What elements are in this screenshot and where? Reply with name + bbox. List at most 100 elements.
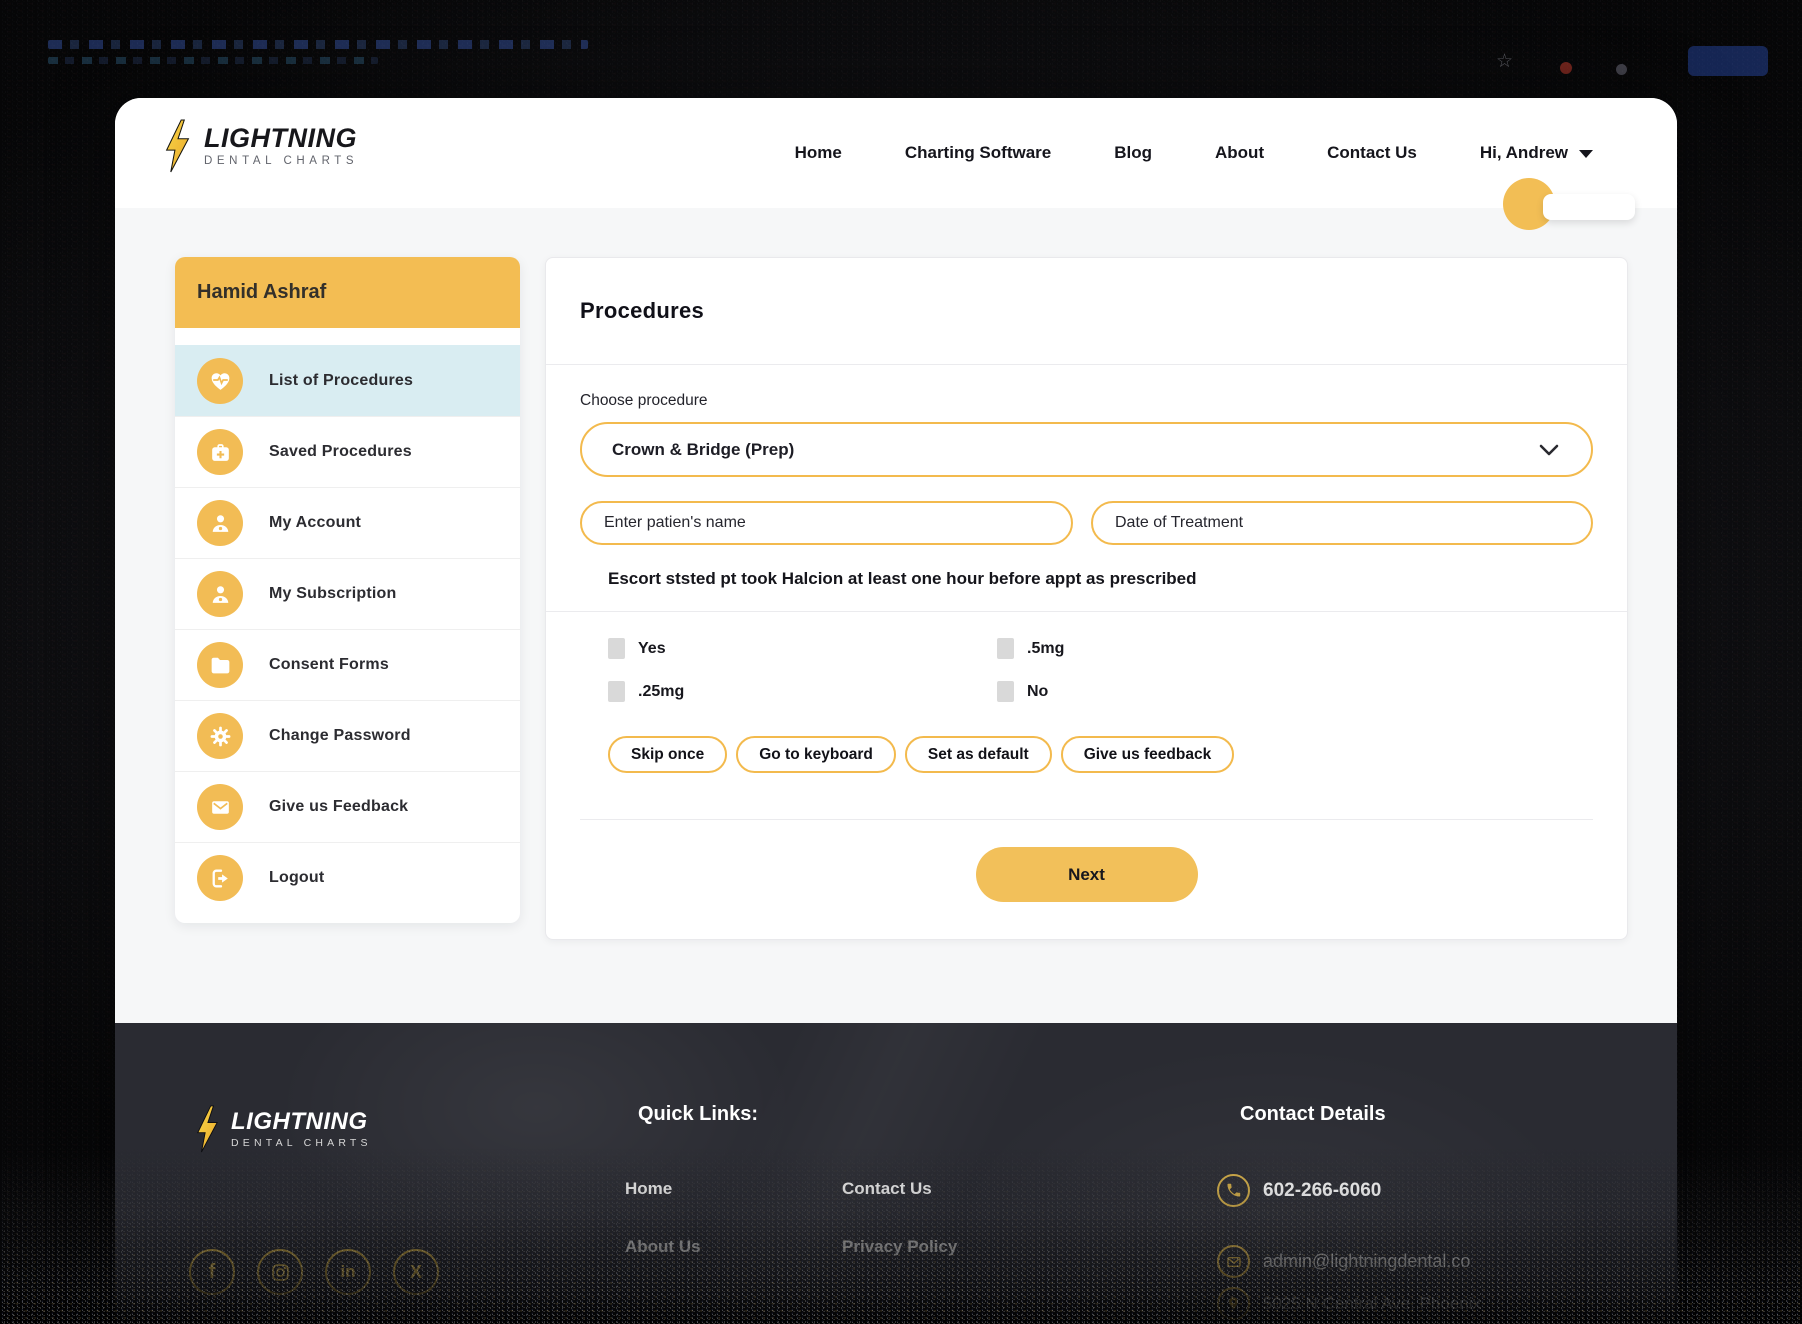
brand-logo[interactable]: LIGHTNING DENTAL CHARTS	[160, 119, 358, 173]
give-us-feedback-button[interactable]: Give us feedback	[1061, 736, 1235, 773]
procedure-select-value: Crown & Bridge (Prep)	[612, 440, 794, 460]
user-menu-label: Hi, Andrew	[1480, 143, 1568, 163]
footer-link-privacy-policy[interactable]: Privacy Policy	[842, 1237, 957, 1257]
social-links: f in X	[189, 1249, 439, 1295]
option-no: No	[997, 681, 1593, 702]
extension-dot-icon	[1560, 62, 1572, 74]
street-address: 5025 N Central Ave, Phoenix	[1263, 1294, 1481, 1314]
doctor-icon	[197, 500, 243, 546]
sidebar-item-my-account[interactable]: My Account	[175, 487, 520, 558]
heart-pulse-icon	[197, 358, 243, 404]
sidebar-item-label: Saved Procedures	[269, 443, 412, 461]
site-footer: LIGHTNING DENTAL CHARTS Quick Links: Hom…	[115, 1023, 1677, 1324]
patient-name-input[interactable]	[580, 501, 1073, 545]
page-card: LIGHTNING DENTAL CHARTS Home Charting So…	[115, 98, 1677, 1324]
sidebar-user-name: Hamid Ashraf	[175, 257, 520, 328]
footer-link-about-us[interactable]: About Us	[625, 1237, 842, 1257]
next-area: Next	[580, 820, 1593, 902]
sidebar-item-consent-forms[interactable]: Consent Forms	[175, 629, 520, 700]
address-row: 5025 N Central Ave, Phoenix	[1217, 1287, 1481, 1320]
patient-date-row	[580, 501, 1593, 545]
phone-link[interactable]: 602-266-6060	[1217, 1174, 1381, 1207]
sidebar-item-label: My Subscription	[269, 585, 396, 603]
panel-body: Choose procedure Crown & Bridge (Prep) E…	[546, 392, 1627, 902]
footer-link-home[interactable]: Home	[625, 1179, 842, 1199]
main-nav: Home Charting Software Blog About Contac…	[795, 98, 1593, 208]
option-label: No	[1027, 683, 1048, 701]
panel-title-row: Procedures	[546, 258, 1627, 365]
quick-links-title: Quick Links:	[638, 1103, 758, 1126]
browser-chrome-noise	[48, 57, 378, 64]
checkbox-5mg[interactable]	[997, 638, 1014, 659]
sidebar-gap	[175, 328, 520, 345]
facebook-icon[interactable]: f	[189, 1249, 235, 1295]
sidebar-item-label: My Account	[269, 514, 361, 532]
nav-home[interactable]: Home	[795, 143, 842, 163]
checkbox-no[interactable]	[997, 681, 1014, 702]
chevron-down-icon	[1579, 150, 1593, 158]
nav-charting-software[interactable]: Charting Software	[905, 143, 1051, 163]
divider	[546, 611, 1627, 612]
bookmark-star-icon: ☆	[1496, 50, 1513, 73]
user-dropdown-hint	[1543, 194, 1635, 220]
linkedin-glyph: in	[340, 1262, 355, 1282]
sidebar-item-saved-procedures[interactable]: Saved Procedures	[175, 416, 520, 487]
sidebar-item-label: Consent Forms	[269, 656, 389, 674]
contact-details-title: Contact Details	[1240, 1103, 1386, 1126]
option-yes: Yes	[608, 638, 997, 659]
x-glyph: X	[410, 1262, 422, 1283]
checkbox-25mg[interactable]	[608, 681, 625, 702]
facebook-glyph: f	[209, 1261, 216, 1284]
procedures-panel: Procedures Choose procedure Crown & Brid…	[545, 257, 1628, 940]
set-as-default-button[interactable]: Set as default	[905, 736, 1052, 773]
nav-contact-us[interactable]: Contact Us	[1327, 143, 1417, 163]
sidebar-item-label: Logout	[269, 869, 324, 887]
chevron-down-icon	[1539, 444, 1559, 456]
linkedin-icon[interactable]: in	[325, 1249, 371, 1295]
folder-icon	[197, 642, 243, 688]
sidebar-item-give-us-feedback[interactable]: Give us Feedback	[175, 771, 520, 842]
go-to-keyboard-button[interactable]: Go to keyboard	[736, 736, 896, 773]
user-menu[interactable]: Hi, Andrew	[1480, 143, 1593, 163]
brand-line1: LIGHTNING	[204, 125, 358, 152]
option-25mg: .25mg	[608, 681, 997, 702]
procedure-select[interactable]: Crown & Bridge (Prep)	[580, 422, 1593, 477]
email-link[interactable]: admin@lightningdental.co	[1217, 1245, 1470, 1278]
nav-blog[interactable]: Blog	[1114, 143, 1152, 163]
phone-icon	[1217, 1174, 1250, 1207]
sidebar-item-label: List of Procedures	[269, 372, 413, 390]
x-icon[interactable]: X	[393, 1249, 439, 1295]
next-button[interactable]: Next	[976, 847, 1198, 902]
option-label: .25mg	[638, 683, 684, 701]
footer-link-contact-us[interactable]: Contact Us	[842, 1179, 957, 1199]
sidebar-item-list-of-procedures[interactable]: List of Procedures	[175, 345, 520, 416]
lightning-bolt-icon	[160, 119, 194, 173]
medical-bag-icon	[197, 429, 243, 475]
footer-brand-logo[interactable]: LIGHTNING DENTAL CHARTS	[192, 1105, 372, 1153]
brand-name: LIGHTNING DENTAL CHARTS	[204, 125, 358, 167]
sidebar-item-label: Give us Feedback	[269, 798, 408, 816]
footer-brand-name: LIGHTNING DENTAL CHARTS	[231, 1110, 372, 1149]
brand-line2: DENTAL CHARTS	[204, 155, 358, 167]
instagram-icon[interactable]	[257, 1249, 303, 1295]
sidebar-item-my-subscription[interactable]: My Subscription	[175, 558, 520, 629]
account-sidebar: Hamid Ashraf List of Procedures Saved Pr…	[175, 257, 520, 923]
extension-dot-icon	[1616, 64, 1627, 75]
sidebar-item-change-password[interactable]: Change Password	[175, 700, 520, 771]
nav-about[interactable]: About	[1215, 143, 1264, 163]
sidebar-item-logout[interactable]: Logout	[175, 842, 520, 913]
choose-procedure-label: Choose procedure	[580, 392, 1593, 410]
brand-line2: DENTAL CHARTS	[231, 1137, 372, 1149]
quick-links: Home Contact Us About Us Privacy Policy	[625, 1179, 957, 1257]
checkbox-yes[interactable]	[608, 638, 625, 659]
sidebar-item-label: Change Password	[269, 727, 411, 745]
email-address: admin@lightningdental.co	[1263, 1251, 1470, 1272]
answer-options: Yes .5mg .25mg No	[608, 638, 1593, 702]
treatment-date-input[interactable]	[1091, 501, 1593, 545]
map-pin-icon	[1217, 1287, 1250, 1320]
browser-chrome-noise	[48, 40, 588, 49]
gear-icon	[197, 713, 243, 759]
phone-number: 602-266-6060	[1263, 1180, 1381, 1202]
skip-once-button[interactable]: Skip once	[608, 736, 727, 773]
logout-icon	[197, 855, 243, 901]
